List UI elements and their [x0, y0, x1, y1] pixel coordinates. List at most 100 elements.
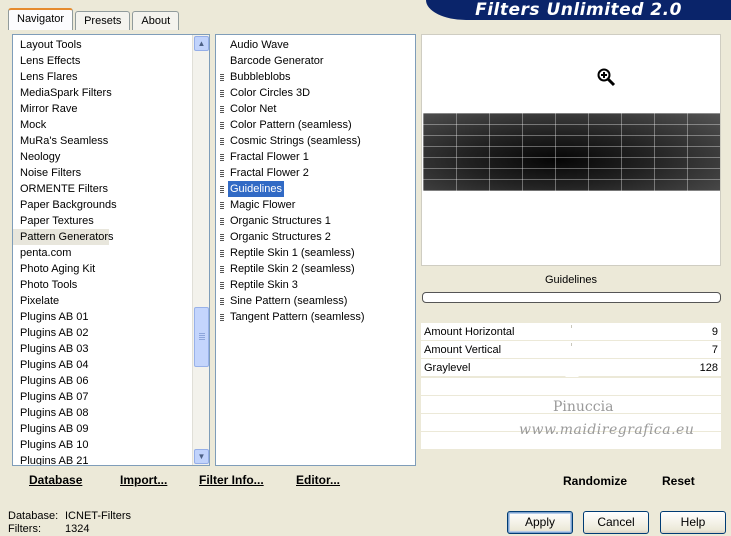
filter-item[interactable]: Bubbleblobs	[216, 69, 415, 85]
reset-button[interactable]: Reset	[662, 474, 695, 488]
scroll-thumb[interactable]	[194, 307, 209, 367]
tab-presets[interactable]: Presets	[75, 11, 131, 30]
filter-bullet-icon	[220, 58, 224, 65]
filter-bullet-icon	[220, 217, 224, 225]
filter-item[interactable]: Reptile Skin 1 (seamless)	[216, 245, 415, 261]
filter-item[interactable]: Guidelines	[216, 181, 415, 197]
zoom-in-icon[interactable]	[596, 67, 616, 87]
param-name: Amount Horizontal	[424, 326, 515, 338]
watermark-name: Pinuccia	[553, 399, 614, 415]
filter-item[interactable]: Fractal Flower 2	[216, 165, 415, 181]
filter-item-label: Bubbleblobs	[230, 71, 291, 83]
filter-bullet-icon	[220, 42, 224, 49]
param-name: Amount Vertical	[424, 344, 502, 356]
param-value: 128	[699, 362, 718, 374]
param-graylevel[interactable]: Graylevel 128	[421, 359, 721, 377]
category-item[interactable]: Plugins AB 10	[13, 437, 209, 453]
scroll-down-button[interactable]: ▼	[194, 449, 209, 464]
param-value: 7	[711, 344, 718, 356]
category-item[interactable]: ORMENTE Filters	[13, 181, 209, 197]
filter-item-label: Color Circles 3D	[230, 87, 311, 99]
filter-item[interactable]: Sine Pattern (seamless)	[216, 293, 415, 309]
category-item[interactable]: Lens Effects	[13, 53, 209, 69]
apply-button[interactable]: Apply	[507, 511, 573, 534]
filter-item-label: Barcode Generator	[230, 55, 324, 67]
category-item[interactable]: Noise Filters	[13, 165, 209, 181]
app-title-banner: Filters Unlimited 2.0	[426, 0, 731, 20]
tab-about[interactable]: About	[132, 11, 180, 30]
category-item[interactable]: Plugins AB 21	[13, 453, 209, 465]
category-item[interactable]: Neology	[13, 149, 209, 165]
progress-bar	[422, 292, 721, 303]
filter-list-panel: Audio Wave Barcode Generator Bubbleblobs Co…	[215, 34, 416, 466]
scroll-up-button[interactable]: ▲	[194, 36, 209, 51]
filter-item[interactable]: Cosmic Strings (seamless)	[216, 133, 415, 149]
filter-bullet-icon	[220, 265, 224, 273]
category-item[interactable]: Lens Flares	[13, 69, 209, 85]
category-item[interactable]: Photo Tools	[13, 277, 209, 293]
help-button[interactable]: Help	[660, 511, 726, 534]
filter-info-button[interactable]: Filter Info...	[199, 473, 264, 487]
category-item[interactable]: Plugins AB 06	[13, 373, 209, 389]
category-item[interactable]: Mock	[13, 117, 209, 133]
import-button[interactable]: Import...	[120, 473, 167, 487]
filter-item-label: Tangent Pattern (seamless)	[230, 311, 365, 323]
category-item[interactable]: Mirror Rave	[13, 101, 209, 117]
tab-navigator[interactable]: Navigator	[8, 8, 74, 30]
filter-bullet-icon	[220, 89, 224, 97]
category-item[interactable]: Pixelate	[13, 293, 209, 309]
watermark-url: www.maidiregrafica.eu	[519, 422, 695, 438]
category-item[interactable]: Plugins AB 04	[13, 357, 209, 373]
filter-bullet-icon	[220, 153, 224, 161]
category-item[interactable]: Plugins AB 03	[13, 341, 209, 357]
filter-item[interactable]: Barcode Generator	[216, 53, 415, 69]
category-item[interactable]: Pattern Generators	[13, 229, 114, 245]
filter-item[interactable]: Color Net	[216, 101, 415, 117]
category-item[interactable]: Paper Textures	[13, 213, 209, 229]
slider-knob[interactable]	[565, 370, 579, 377]
cancel-button[interactable]: Cancel	[583, 511, 649, 534]
filter-item[interactable]: Tangent Pattern (seamless)	[216, 309, 415, 325]
filter-item-label: Magic Flower	[230, 199, 296, 211]
filter-item[interactable]: Organic Structures 1	[216, 213, 415, 229]
category-item[interactable]: Plugins AB 02	[13, 325, 209, 341]
filter-item[interactable]: Audio Wave	[216, 37, 415, 53]
filter-name-label: Guidelines	[545, 274, 597, 286]
editor-button[interactable]: Editor...	[296, 473, 340, 487]
category-item[interactable]: MuRa's Seamless	[13, 133, 209, 149]
param-amount-horizontal[interactable]: Amount Horizontal 9	[421, 323, 721, 341]
category-item[interactable]: penta.com	[13, 245, 209, 261]
filter-item[interactable]: Color Circles 3D	[216, 85, 415, 101]
category-item[interactable]: Plugins AB 09	[13, 421, 209, 437]
category-item[interactable]: Plugins AB 08	[13, 405, 209, 421]
filter-list: Audio Wave Barcode Generator Bubbleblobs Co…	[216, 35, 415, 325]
category-item[interactable]: Layout Tools	[13, 37, 209, 53]
filter-item[interactable]: Magic Flower	[216, 197, 415, 213]
param-amount-vertical[interactable]: Amount Vertical 7	[421, 341, 721, 359]
category-item[interactable]: Plugins AB 07	[13, 389, 209, 405]
tab-strip: Navigator Presets About	[8, 8, 181, 30]
filter-bullet-icon	[220, 121, 224, 129]
category-item[interactable]: Plugins AB 01	[13, 309, 209, 325]
filter-item[interactable]: Reptile Skin 2 (seamless)	[216, 261, 415, 277]
filter-item[interactable]: Organic Structures 2	[216, 229, 415, 245]
filter-bullet-icon	[220, 105, 224, 113]
filter-bullet-icon	[220, 169, 224, 177]
filter-bullet-icon	[220, 185, 224, 193]
filter-item[interactable]: Fractal Flower 1	[216, 149, 415, 165]
category-item[interactable]: Paper Backgrounds	[13, 197, 209, 213]
randomize-button[interactable]: Randomize	[563, 474, 627, 488]
database-button[interactable]: Database	[29, 473, 82, 487]
category-item[interactable]: Photo Aging Kit	[13, 261, 209, 277]
preview-pane[interactable]	[421, 34, 721, 266]
category-scrollbar[interactable]: ▲ ▼	[192, 35, 209, 465]
filter-item-label: Organic Structures 2	[230, 231, 331, 243]
filter-bullet-icon	[220, 281, 224, 289]
filter-item[interactable]: Color Pattern (seamless)	[216, 117, 415, 133]
filter-item[interactable]: Reptile Skin 3	[216, 277, 415, 293]
slider-tick	[571, 343, 572, 346]
filter-bullet-icon	[220, 233, 224, 241]
filter-item-label: Audio Wave	[230, 39, 289, 51]
category-item[interactable]: MediaSpark Filters	[13, 85, 209, 101]
status-filters-label: Filters:	[8, 523, 41, 535]
